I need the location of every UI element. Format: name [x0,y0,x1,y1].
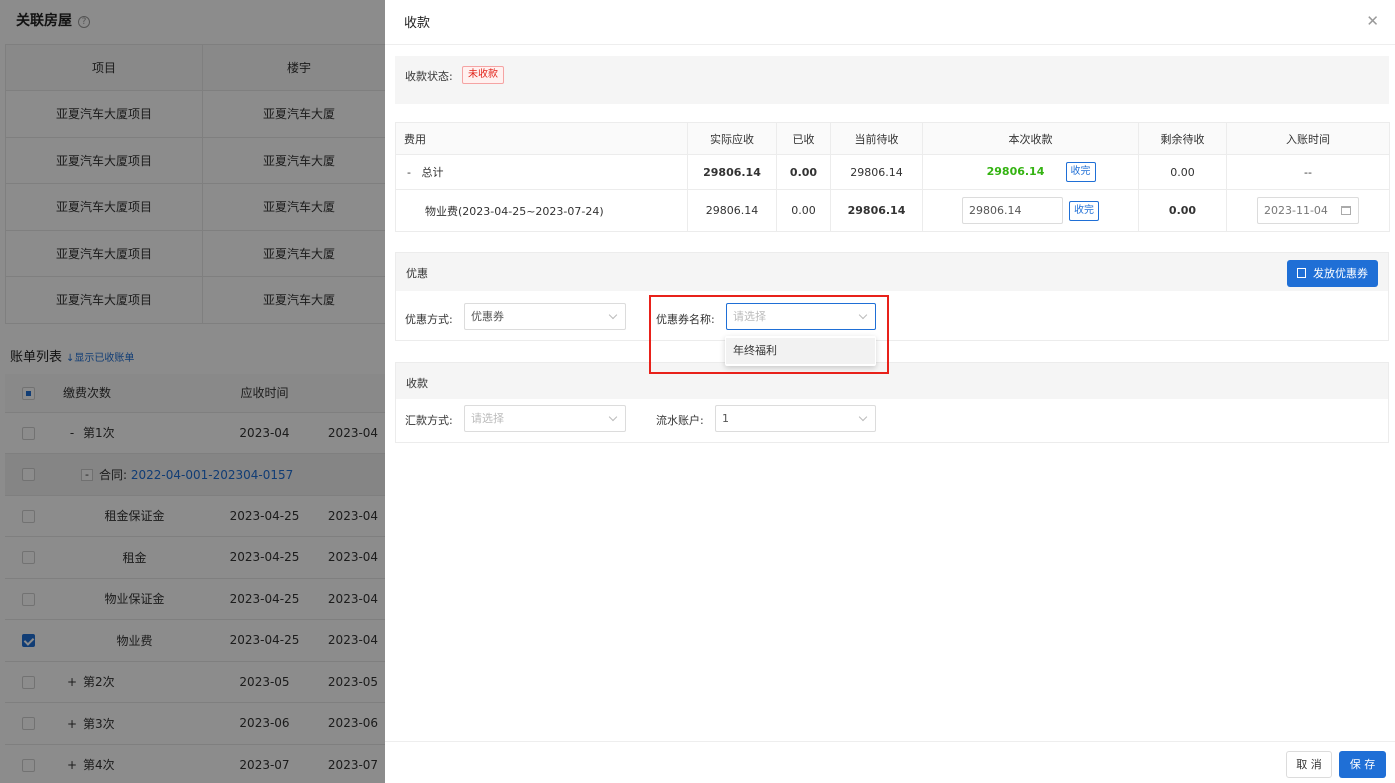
fee-col-name: 费用 [395,122,688,155]
payment-title: 收款 [406,377,428,390]
collect-all-button[interactable]: 收完 [1069,200,1099,221]
collapse-toggle[interactable]: - [407,166,411,179]
fee-col-remaining: 剩余待收 [1138,122,1227,155]
fee-col-received: 已收 [776,122,831,155]
fee-table: 费用 实际应收 已收 当前待收 本次收款 剩余待收 入账时间 - 总计 2980… [395,122,1390,232]
fee-col-this-payment: 本次收款 [922,122,1139,155]
collect-all-button[interactable]: 收完 [1065,162,1096,182]
remit-method-label: 汇款方式: [405,414,453,427]
fee-col-pending: 当前待收 [830,122,923,155]
calendar-icon [1341,206,1351,215]
posting-date-picker[interactable]: 2023-11-04 [1257,197,1359,224]
fee-col-time: 入账时间 [1226,122,1390,155]
discount-method-label: 优惠方式: [405,313,453,326]
status-panel: 收款状态: 未收款 [395,56,1389,104]
flow-account-label: 流水账户: [656,414,704,427]
payment-amount-input[interactable]: 29806.14 [962,197,1063,224]
discount-method-select[interactable]: 优惠券 [464,303,626,330]
status-label: 收款状态: [405,70,453,83]
chevron-down-icon [858,412,868,422]
drawer-title: 收款 [404,16,431,31]
chevron-down-icon [608,310,618,320]
discount-title: 优惠 [406,267,428,280]
cancel-button[interactable]: 取 消 [1286,751,1332,778]
close-icon[interactable]: ✕ [1366,12,1379,30]
coupon-icon [1297,268,1306,278]
save-button[interactable]: 保 存 [1339,751,1386,778]
drawer-header: 收款 ✕ [385,0,1395,45]
chevron-down-icon [608,412,618,422]
modal-mask[interactable] [0,0,385,783]
fee-total-row: - 总计 29806.14 0.00 29806.14 29806.14 收完 0… [395,154,1390,190]
fee-col-actual: 实际应收 [687,122,777,155]
status-badge: 未收款 [462,66,504,84]
payment-drawer: 收款 ✕ 收款状态: 未收款 费用 实际应收 已收 当前待收 本次收款 剩余待收… [385,0,1395,783]
fee-item-row: 物业费(2023-04-25~2023-07-24) 29806.14 0.00… [395,189,1390,232]
drawer-footer: 取 消 保 存 [385,741,1395,783]
flow-account-select[interactable]: 1 [715,405,876,432]
highlight-annotation [649,295,889,374]
remit-method-select[interactable]: 请选择 [464,405,626,432]
issue-coupon-button[interactable]: 发放优惠券 [1287,260,1378,287]
